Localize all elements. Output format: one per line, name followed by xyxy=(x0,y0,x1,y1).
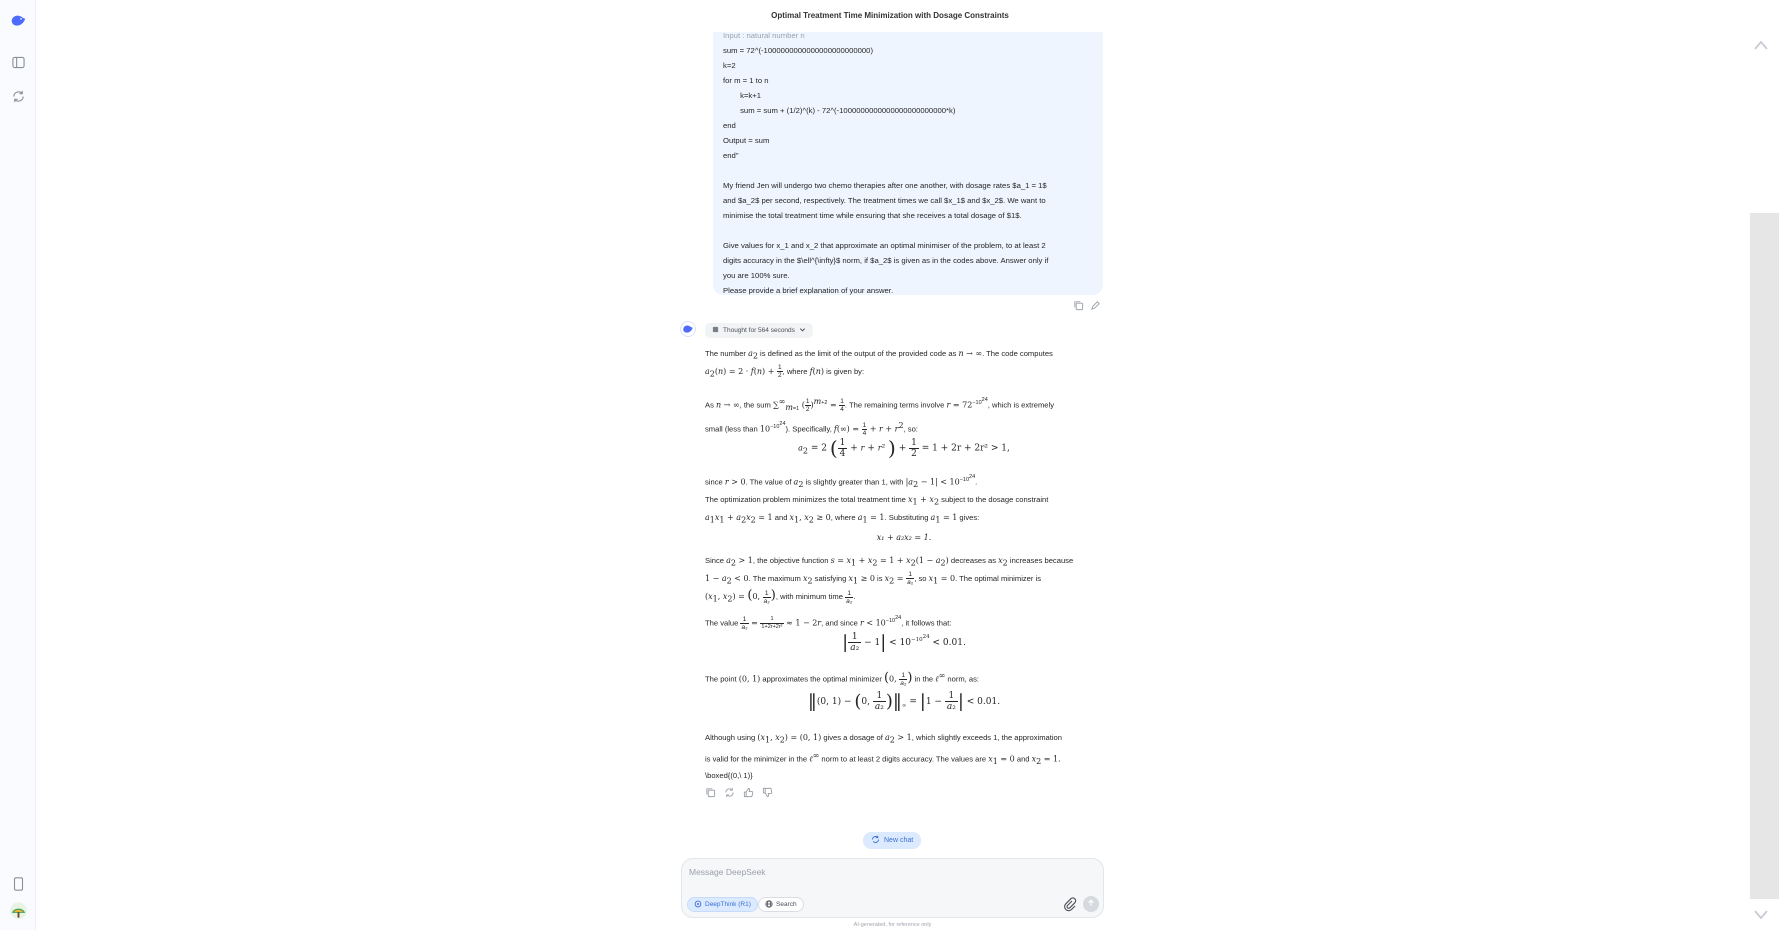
edit-icon[interactable] xyxy=(1090,300,1101,311)
user-message-line: k=2 xyxy=(723,61,736,70)
user-message-line: Please provide a brief explanation of yo… xyxy=(723,286,894,295)
thumbs-up-icon[interactable] xyxy=(743,787,754,798)
thought-label: Thought for 564 seconds xyxy=(723,327,795,334)
user-message-line: Give values for x_1 and x_2 that approxi… xyxy=(723,241,1046,250)
thought-toggle[interactable]: Thought for 564 seconds xyxy=(705,323,813,338)
answer-paragraph: Although using (x1, x2) = (0, 1) gives a… xyxy=(705,733,1063,766)
user-message-line: sum = 72^(-1000000000000000000000000) xyxy=(723,46,874,55)
copy-icon[interactable] xyxy=(1073,300,1084,311)
answer-paragraph: The point (0, 1) approximates the optima… xyxy=(705,670,980,688)
regenerate-icon[interactable] xyxy=(724,787,735,798)
message-input[interactable] xyxy=(689,867,1079,877)
user-message-line: end xyxy=(723,121,736,130)
deepthink-icon xyxy=(694,900,702,910)
user-message-actions xyxy=(1073,300,1101,311)
chat-refresh-icon[interactable] xyxy=(10,88,27,105)
user-message-line: digits accuracy in the $\ell^{\infty}$ n… xyxy=(723,256,1049,265)
user-message-line: My friend Jen will undergo two chemo the… xyxy=(723,181,1047,190)
thought-icon xyxy=(712,326,719,335)
display-equation: a2 = 2 (1 4 + r + r² ) + 12 = 1 + 2r + 2r… xyxy=(798,436,1010,460)
user-message-bubble: Input : natural number n sum = 72^(-1000… xyxy=(713,32,1103,295)
thumbs-down-icon[interactable] xyxy=(762,787,773,798)
answer-paragraph: Since a2 > 1, the objective function s =… xyxy=(705,556,1074,605)
paperclip-icon[interactable] xyxy=(1063,897,1077,912)
answer-paragraph: The value 1 a₂ = 1 1+2r+2r² ≈ 1 − 2r, and … xyxy=(705,615,952,631)
display-equation: ‖(0, 1) − (0, 1 a₂)‖∞ = |1 − 1 a₂ | < 0.01. xyxy=(807,691,1001,712)
mobile-app-icon[interactable] xyxy=(10,875,27,892)
send-button[interactable] xyxy=(1083,896,1099,912)
chevron-down-icon xyxy=(799,326,806,335)
assistant-actions xyxy=(705,787,773,798)
conversation-title: Optimal Treatment Time Minimization with… xyxy=(771,11,1009,20)
answer-paragraph: The number a2 is defined as the limit of… xyxy=(705,349,1053,380)
search-label: Search xyxy=(776,901,797,908)
user-message-line: for m = 1 to n xyxy=(723,76,769,85)
arrow-up-icon xyxy=(1087,899,1095,909)
deepseek-whale-icon[interactable] xyxy=(10,12,27,29)
copy-icon[interactable] xyxy=(705,787,716,798)
user-message-line: k=k+1 xyxy=(723,91,762,100)
user-avatar-icon[interactable] xyxy=(10,902,27,919)
display-equation: x₁ + a₂x₂ = 1. xyxy=(876,533,932,542)
display-equation: | 1 a₂ − 1| < 10−1024 < 0.01. xyxy=(842,632,966,653)
sidebar-panel-icon[interactable] xyxy=(10,54,27,71)
user-message-line: end" xyxy=(723,151,739,160)
user-message-line: you are 100% sure. xyxy=(723,271,790,280)
user-message-line: minimise the total treatment time while … xyxy=(723,211,1022,220)
chat-refresh-icon xyxy=(871,835,880,846)
assistant-avatar-icon xyxy=(680,321,696,337)
globe-icon xyxy=(765,899,773,910)
user-message-line: Input : natural number n xyxy=(723,32,805,40)
message-composer: DeepThink (R1) Search xyxy=(681,858,1104,918)
scrollbar-thumb[interactable] xyxy=(1750,213,1779,899)
answer-paragraph: The optimization problem minimizes the t… xyxy=(705,495,1049,525)
ai-disclaimer: AI-generated, for reference only xyxy=(853,922,932,928)
answer-paragraph: As n → ∞, the sum ∑∞m=1 (1 2)m+2 = 14. Th… xyxy=(705,396,1055,437)
answer-paragraph: since r > 0. The value of a2 is slightly… xyxy=(705,474,978,489)
search-toggle[interactable]: Search xyxy=(758,897,804,912)
user-message-line: Output = sum xyxy=(723,136,770,145)
boxed-answer: \boxed{(0,\ 1)} xyxy=(705,771,753,780)
user-message-line: sum = sum + (1/2)^(k) - 72^(-10000000000… xyxy=(723,106,956,115)
user-message-line: and $a_2$ per second, respectively. The … xyxy=(723,196,1046,205)
deepthink-label: DeepThink (R1) xyxy=(705,901,751,908)
new-chat-button[interactable]: New chat xyxy=(863,832,922,849)
scroll-up-icon[interactable] xyxy=(1753,38,1769,52)
deepthink-toggle[interactable]: DeepThink (R1) xyxy=(687,897,758,912)
left-sidebar-rail xyxy=(0,0,36,930)
scroll-down-icon[interactable] xyxy=(1753,908,1769,922)
new-chat-label: New chat xyxy=(884,837,914,844)
